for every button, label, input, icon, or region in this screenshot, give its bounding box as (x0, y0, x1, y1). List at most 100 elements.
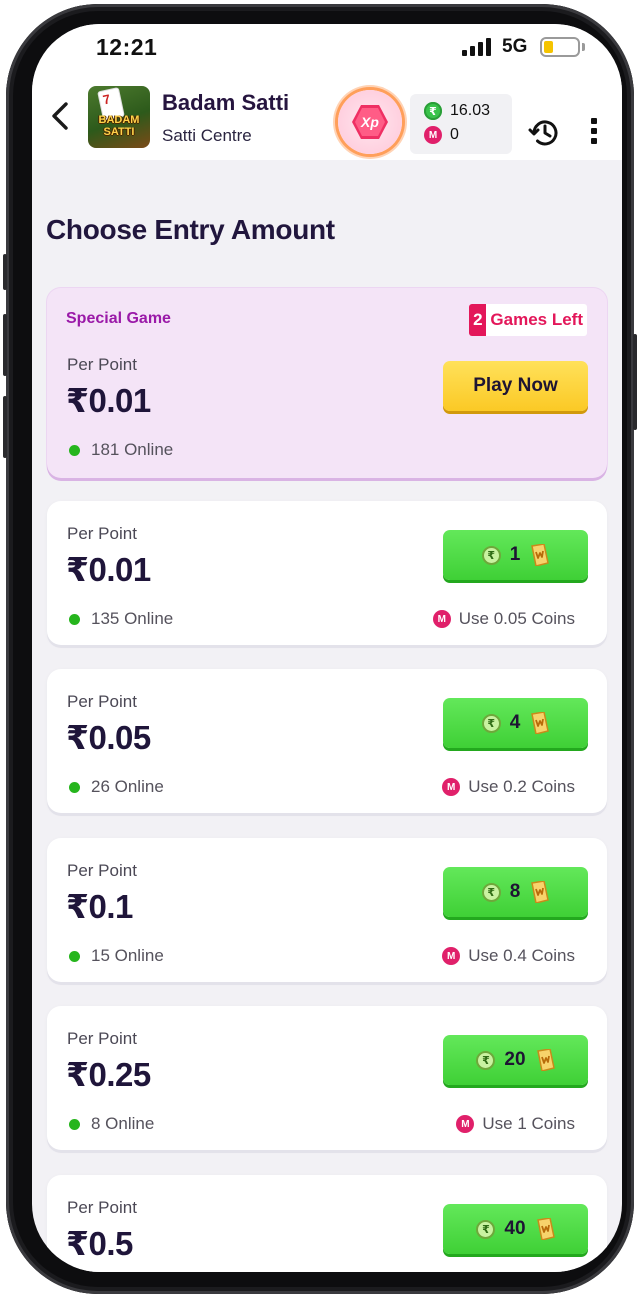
entry-card[interactable]: Per Point ₹0.05 26 Online ₹ 4 M Use 0.2 … (47, 669, 607, 813)
coin-usage: M Use 0.05 Coins (432, 609, 575, 629)
m-coin-icon: M (456, 1115, 475, 1133)
wallet-balance[interactable]: ₹ 16.03 M 0 (410, 94, 512, 154)
online-dot-icon (69, 1118, 80, 1130)
coin-usage-text: Use 1 Coins (482, 1114, 575, 1133)
rupee-coin-icon: ₹ (476, 1050, 496, 1070)
app-screen: 12:21 5G 7 BADAM SATTI Badam Satti Satti… (32, 24, 622, 1272)
games-left-badge: 2 Games Left (469, 304, 587, 336)
ticket-icon (531, 544, 550, 566)
m-coin-icon: M (442, 947, 461, 965)
entry-fee-button[interactable]: ₹ 1 (443, 530, 588, 580)
online-count: 135 Online (69, 609, 173, 629)
entry-fee-value: 1 (509, 544, 521, 565)
m-coin-icon: M (432, 610, 451, 628)
online-dot-icon (69, 444, 80, 456)
ticket-icon (531, 881, 550, 903)
back-arrow-icon[interactable] (46, 98, 76, 134)
per-point-amount: ₹0.01 (66, 551, 151, 588)
logo-card-rank: 7 (101, 91, 112, 108)
online-count: 181 Online (69, 440, 173, 460)
special-game-card[interactable]: Special Game 2 Games Left Per Point ₹0.0… (47, 288, 607, 478)
online-count: 8 Online (69, 1114, 154, 1134)
section-title: Choose Entry Amount (46, 214, 335, 245)
game-logo-text: BADAM SATTI (88, 114, 150, 138)
per-point-amount: ₹0.05 (66, 719, 151, 756)
xp-badge-icon[interactable]: Xp (338, 90, 402, 154)
phone-volume-up-button (3, 314, 7, 376)
m-coin-icon: M (424, 126, 442, 144)
game-subtitle: Satti Centre (162, 126, 252, 145)
game-title: Badam Satti (162, 90, 290, 115)
online-dot-icon (69, 781, 80, 793)
rupee-coin-icon: ₹ (476, 1219, 496, 1239)
rupee-coin-icon: ₹ (481, 882, 501, 902)
phone-side-button (3, 254, 7, 290)
per-point-label: Per Point (67, 355, 137, 374)
phone-frame: 12:21 5G 7 BADAM SATTI Badam Satti Satti… (3, 4, 637, 1294)
coin-usage: M Use 1 Coins (456, 1114, 575, 1134)
entry-fee-button[interactable]: ₹ 20 (443, 1035, 588, 1085)
signal-icon (462, 38, 496, 56)
battery-tip (582, 43, 585, 51)
phone-power-button (633, 334, 637, 430)
online-count: 15 Online (69, 946, 164, 966)
online-count-text: 8 Online (91, 1114, 155, 1133)
game-logo: 7 BADAM SATTI (88, 86, 150, 148)
entry-card[interactable]: Per Point ₹0.5 ₹ 40 (47, 1175, 607, 1272)
entry-fee-button[interactable]: ₹ 4 (443, 698, 588, 748)
m-coin-icon: M (442, 778, 461, 796)
status-bar: 12:21 5G (32, 24, 622, 74)
wallet-cash-row: ₹ 16.03 (424, 100, 490, 122)
online-count-text: 181 Online (91, 440, 174, 459)
online-dot-icon (69, 950, 80, 962)
history-icon[interactable] (528, 116, 562, 150)
entry-fee-button[interactable]: ₹ 8 (443, 867, 588, 917)
wallet-cash-value: 16.03 (450, 102, 491, 119)
per-point-label: Per Point (67, 1029, 137, 1048)
more-vertical-icon[interactable] (586, 118, 602, 150)
status-time: 12:21 (96, 34, 158, 60)
phone-volume-down-button (3, 396, 7, 458)
per-point-amount: ₹0.5 (66, 1225, 133, 1262)
entry-fee-value: 8 (509, 881, 521, 902)
per-point-label: Per Point (67, 524, 137, 543)
entry-fee-value: 20 (504, 1049, 526, 1070)
online-dot-icon (69, 613, 80, 625)
coin-usage: M Use 0.2 Coins (442, 777, 575, 797)
online-count: 26 Online (69, 777, 164, 797)
entry-card[interactable]: Per Point ₹0.25 8 Online ₹ 20 M Use 1 Co… (47, 1006, 607, 1150)
wallet-coins-value: 0 (450, 126, 459, 143)
coin-usage-text: Use 0.05 Coins (458, 609, 575, 628)
ticket-icon (536, 1218, 555, 1240)
online-count-text: 15 Online (91, 946, 164, 965)
xp-label: Xp (360, 114, 379, 130)
entry-card[interactable]: Per Point ₹0.01 135 Online ₹ 1 M Use 0.0… (47, 501, 607, 645)
app-header: 7 BADAM SATTI Badam Satti Satti Centre X… (32, 74, 622, 160)
ticket-icon (531, 712, 550, 734)
entry-fee-value: 40 (504, 1218, 526, 1239)
xp-hex-icon: Xp (352, 105, 388, 139)
rupee-coin-icon: ₹ (481, 545, 501, 565)
rupee-coin-icon: ₹ (424, 102, 442, 120)
per-point-label: Per Point (67, 1198, 137, 1217)
per-point-label: Per Point (67, 861, 137, 880)
entry-fee-button[interactable]: ₹ 40 (443, 1204, 588, 1254)
entry-card[interactable]: Per Point ₹0.1 15 Online ₹ 8 M Use 0.4 C… (47, 838, 607, 982)
per-point-amount: ₹0.25 (66, 1056, 151, 1093)
online-count-text: 135 Online (91, 609, 174, 628)
rupee-coin-icon: ₹ (481, 713, 501, 733)
wallet-coins-row: M 0 (424, 124, 459, 146)
games-left-text: Games Left (486, 304, 587, 336)
coin-usage: M Use 0.4 Coins (442, 946, 575, 966)
network-type: 5G (502, 36, 528, 57)
online-count-text: 26 Online (91, 777, 164, 796)
per-point-amount: ₹0.01 (66, 382, 151, 419)
coin-usage-text: Use 0.2 Coins (468, 777, 575, 796)
play-now-button[interactable]: Play Now (443, 361, 588, 411)
ticket-icon (536, 1049, 555, 1071)
coin-usage-text: Use 0.4 Coins (468, 946, 575, 965)
per-point-amount: ₹0.1 (66, 888, 133, 925)
game-logo-text-line2: SATTI (103, 126, 135, 138)
special-game-label: Special Game (66, 310, 171, 327)
games-left-count: 2 (469, 304, 487, 336)
